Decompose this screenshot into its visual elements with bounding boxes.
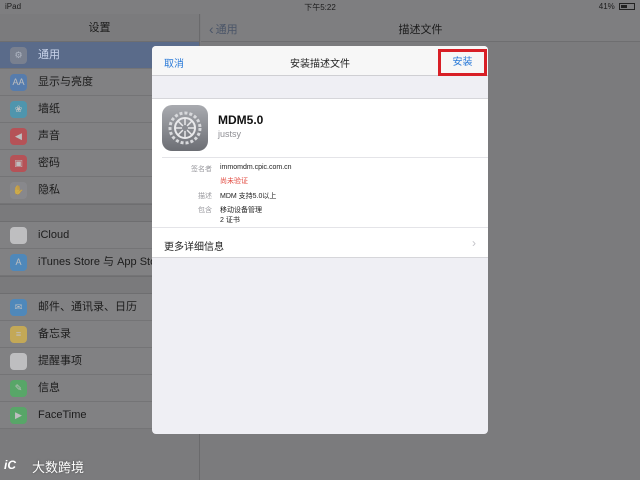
contains-key: 包含 (198, 207, 212, 214)
chevron-right-icon: › (472, 236, 476, 250)
more-details-link[interactable]: 更多详细信息 (164, 238, 224, 253)
watermark-text: 大数跨境 (32, 460, 85, 475)
battery-indicator: 41% (599, 2, 635, 11)
detail-title: 描述文件 (398, 24, 443, 36)
modal-header: 取消 安装描述文件 安装 (152, 46, 488, 76)
status-time: 下午5:22 (304, 3, 336, 12)
profile-subtitle: justsy (218, 129, 242, 139)
sidebar-item-label: iTunes Store 与 App Store (38, 256, 166, 268)
sidebar-item-label: FaceTime (38, 409, 87, 421)
battery-percent: 41% (598, 2, 615, 11)
reminders-icon: ☰ (10, 353, 27, 370)
sidebar-item-label: 信息 (38, 382, 60, 394)
divider (152, 227, 488, 228)
divider (162, 157, 488, 158)
battery-icon (619, 3, 635, 10)
profile-card: MDM5.0 justsy 签名者 immomdm.cpic.com.cn 尚未… (152, 98, 488, 258)
text-size-icon: AA (10, 74, 27, 91)
sidebar-item-label: 隐私 (38, 184, 60, 196)
install-highlight-box: 安装 (438, 49, 487, 76)
sidebar-item-label: 墙纸 (38, 103, 60, 115)
lock-icon: ▣ (10, 155, 27, 172)
cloud-icon: ☁ (10, 227, 27, 244)
sidebar-item-label: 声音 (38, 130, 60, 142)
profile-name: MDM5.0 (218, 113, 264, 127)
sidebar-item-label: 提醒事项 (38, 355, 82, 367)
gear-icon: ⚙ (10, 47, 27, 64)
sidebar-item-label: 显示与亮度 (38, 76, 93, 88)
facetime-icon: ▶ (10, 407, 27, 424)
signer-value: immomdm.cpic.com.cn (220, 164, 292, 171)
sidebar-item-label: 备忘录 (38, 328, 71, 340)
app-store-icon: A (10, 254, 27, 271)
signer-key: 签名者 (191, 166, 212, 173)
status-bar: iPad 下午5:22 41% (0, 0, 640, 14)
messages-icon: ✎ (10, 380, 27, 397)
description-value: MDM 支持5.0以上 (220, 193, 277, 200)
sidebar-title: 设置 (0, 14, 199, 42)
detail-nav-bar: ‹ 通用 描述文件 (201, 14, 640, 42)
watermark-logo: iC (4, 458, 16, 472)
sidebar-item-label: 密码 (38, 157, 60, 169)
settings-gear-icon (162, 105, 208, 151)
install-profile-modal: 取消 安装描述文件 安装 MDM5.0 justsy 签名者 immomdm.c… (152, 46, 488, 434)
contains-value: 移动设备管理 (220, 207, 262, 214)
sidebar-item-label: 邮件、通讯录、日历 (38, 301, 137, 313)
sidebar-item-label: iCloud (38, 229, 70, 241)
mail-icon: ✉ (10, 299, 27, 316)
description-key: 描述 (198, 193, 212, 200)
speaker-icon: ◀ (10, 128, 27, 145)
install-button[interactable]: 安装 (441, 52, 484, 73)
notes-icon: ≡ (10, 326, 27, 343)
wallpaper-icon: ❀ (10, 101, 27, 118)
contains-extra: 2 证书 (220, 217, 240, 224)
sidebar-item-label: 通用 (38, 49, 60, 61)
hand-icon: ✋ (10, 182, 27, 199)
verification-status: 尚未验证 (220, 178, 248, 185)
